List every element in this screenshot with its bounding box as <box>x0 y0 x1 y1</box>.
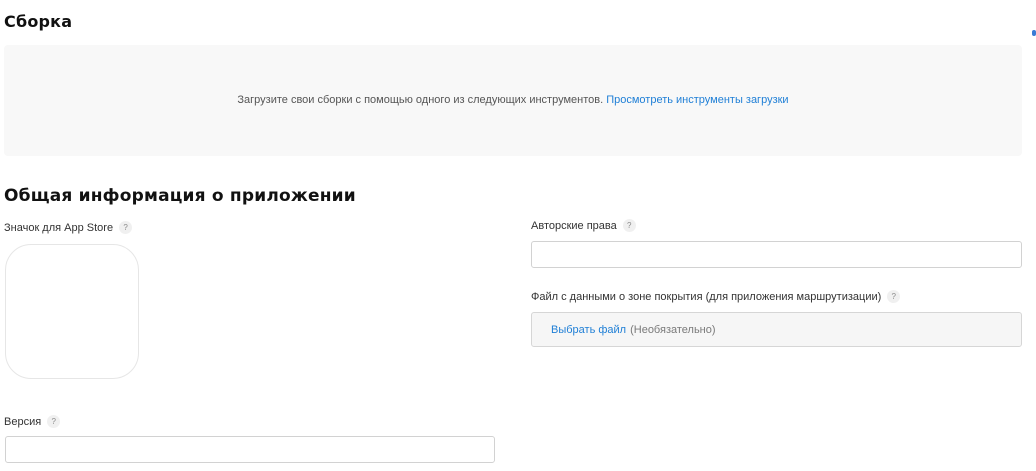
routing-coverage-file-label: Файл с данными о зоне покрытия (для прил… <box>531 290 901 303</box>
help-icon[interactable]: ? <box>887 290 901 303</box>
copyright-label: Авторские права ? <box>531 219 636 232</box>
optional-hint: (Необязательно) <box>630 323 716 336</box>
general-info-section-title: Общая информация о приложении <box>4 186 356 206</box>
help-icon[interactable]: ? <box>47 415 61 428</box>
build-upload-text: Загрузите свои сборки с помощью одного и… <box>237 94 604 106</box>
choose-file-button[interactable]: Выбрать файл <box>551 324 626 336</box>
routing-coverage-file-picker: Выбрать файл (Необязательно) <box>531 312 1022 347</box>
view-upload-tools-link[interactable]: Просмотреть инструменты загрузки <box>606 94 788 106</box>
build-upload-panel: Загрузите свои сборки с помощью одного и… <box>4 45 1022 156</box>
scroll-indicator <box>1032 30 1036 36</box>
routing-coverage-file-label-text: Файл с данными о зоне покрытия (для прил… <box>531 290 882 303</box>
app-store-icon-dropzone[interactable] <box>5 244 139 379</box>
version-input[interactable] <box>5 436 495 463</box>
build-upload-message: Загрузите свои сборки с помощью одного и… <box>4 94 1022 106</box>
version-label: Версия ? <box>4 415 61 428</box>
build-section-title: Сборка <box>4 12 73 31</box>
app-store-icon-label: Значок для App Store ? <box>4 221 133 234</box>
copyright-label-text: Авторские права <box>531 219 617 232</box>
help-icon[interactable]: ? <box>119 221 133 234</box>
copyright-input[interactable] <box>531 241 1022 268</box>
app-store-icon-label-text: Значок для App Store <box>4 221 114 234</box>
help-icon[interactable]: ? <box>622 219 636 232</box>
version-label-text: Версия <box>4 415 42 428</box>
